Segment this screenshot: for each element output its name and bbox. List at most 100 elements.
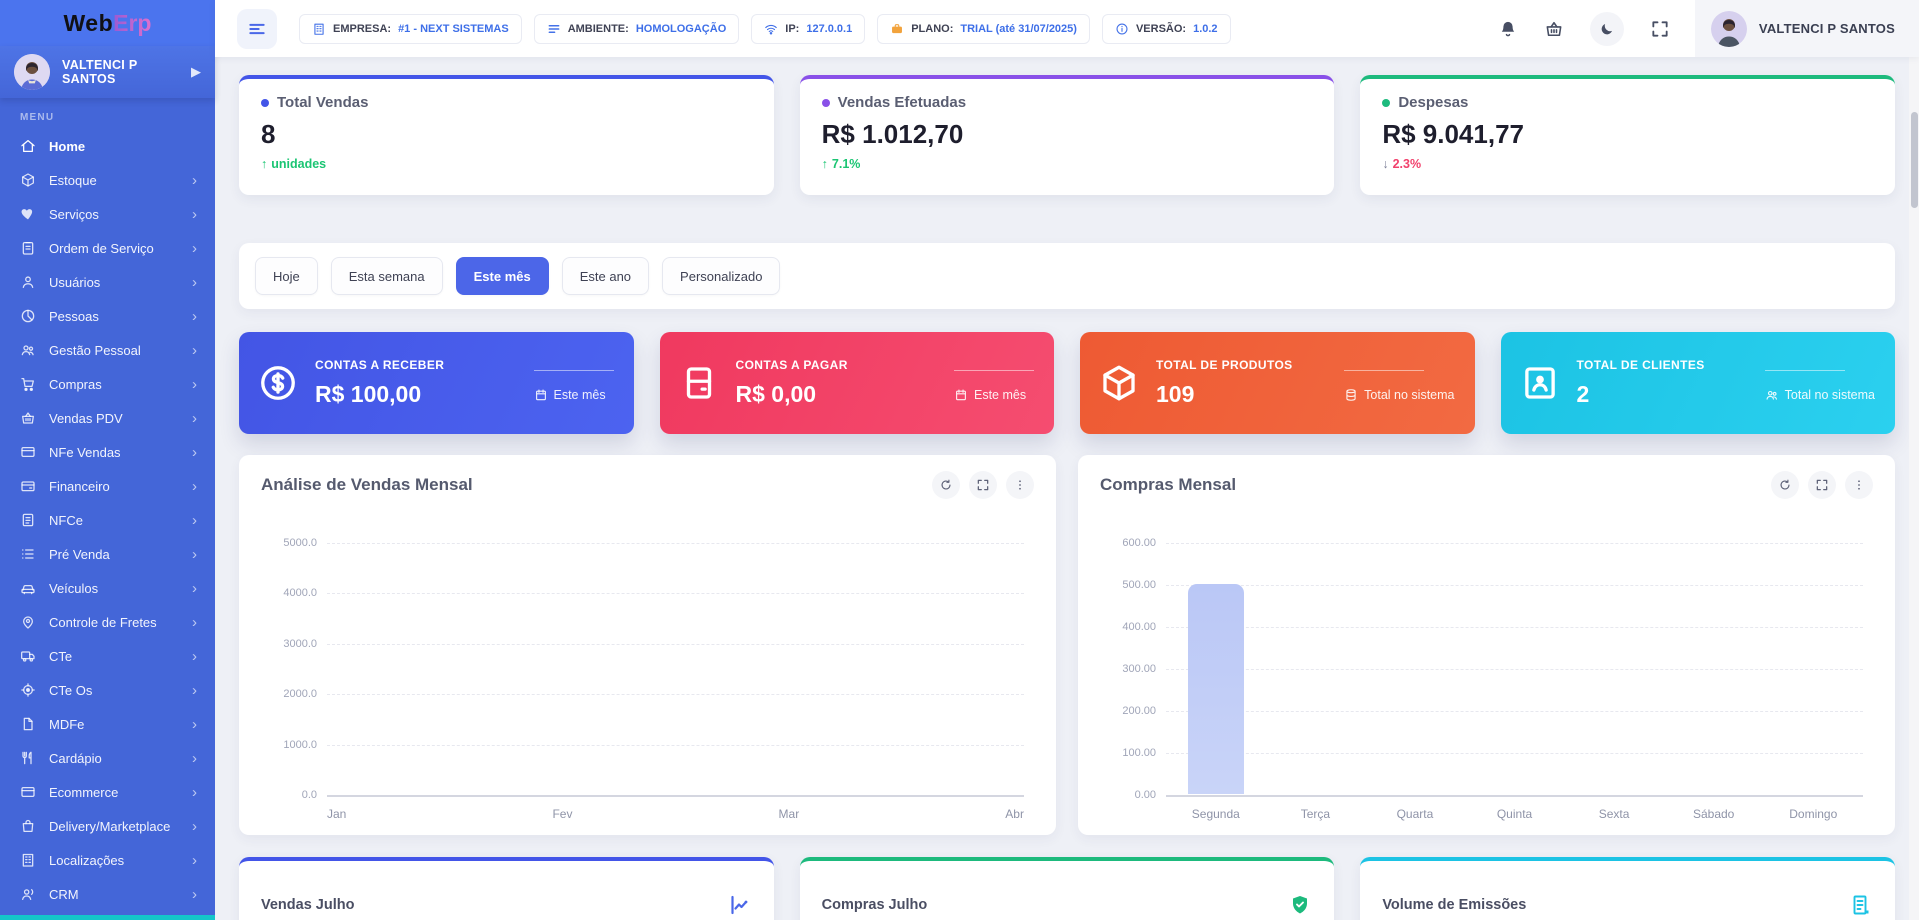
summary-card-volume-de-emiss-es: Volume de Emissões: [1360, 857, 1895, 920]
kpi-title: TOTAL DE PRODUTOS: [1156, 358, 1293, 372]
page-scrollbar[interactable]: [1909, 0, 1919, 920]
chart-title: Compras Mensal: [1100, 475, 1236, 495]
chart-refresh-button[interactable]: [932, 471, 960, 499]
chart-expand-button[interactable]: [969, 471, 997, 499]
kpi-value: 109: [1156, 381, 1293, 408]
sidebar-item-nfe-vendas[interactable]: NFe Vendas›: [0, 435, 215, 469]
refresh-icon: [1778, 478, 1792, 492]
dark-mode-button[interactable]: [1590, 12, 1624, 46]
stat-trend-text: unidades: [271, 157, 326, 171]
sidebar-item-card-pio[interactable]: Cardápio ›: [0, 741, 215, 775]
y-axis-tick-label: 200.00: [1100, 705, 1156, 717]
sidebar-user[interactable]: VALTENCI P SANTOS ▶: [0, 46, 215, 98]
brand-logo[interactable]: WebErp: [0, 0, 215, 46]
refresh-icon: [939, 478, 953, 492]
header-badge-empresa: EMPRESA:#1 - NEXT SISTEMAS: [299, 14, 522, 44]
hamburger-menu-button[interactable]: [237, 9, 277, 49]
invoice-icon[interactable]: [1849, 893, 1873, 917]
bar-column-sexta: [1564, 543, 1664, 795]
sidebar-item-label: Controle de Fretes: [49, 615, 179, 630]
menu-section-label: MENU: [20, 112, 195, 123]
kpi-card-total-de-produtos: TOTAL DE PRODUTOS109Total no sistema: [1080, 332, 1475, 434]
trend-up-arrow-icon: ↑: [261, 157, 267, 171]
chart-plot: 5000.04000.03000.02000.01000.00.0: [261, 543, 1034, 795]
sidebar-item-cte[interactable]: CTe›: [0, 639, 215, 673]
stat-title: Total Vendas: [277, 94, 368, 111]
sidebar-item-ecommerce[interactable]: Ecommerce›: [0, 775, 215, 809]
chevron-right-icon: ›: [192, 207, 197, 222]
kebab-icon: [1013, 478, 1027, 492]
sidebar-item-pr-venda[interactable]: Pré Venda›: [0, 537, 215, 571]
sidebar-item-crm[interactable]: CRM›: [0, 877, 215, 911]
sidebar-item-compras[interactable]: Compras›: [0, 367, 215, 401]
notifications-button[interactable]: [1498, 19, 1518, 39]
sidebar-item-estoque[interactable]: Estoque ›: [0, 163, 215, 197]
kpi-caption: Total no sistema: [1785, 388, 1875, 402]
badge-value: TRIAL (até 31/07/2025): [960, 23, 1077, 35]
sidebar-item-servi-os[interactable]: Serviços›: [0, 197, 215, 231]
sidebar-item-pessoas[interactable]: Pessoas›: [0, 299, 215, 333]
gridline: [327, 694, 1024, 695]
x-axis-tick-label: Sexta: [1564, 807, 1664, 821]
y-axis-tick-label: 600.00: [1100, 537, 1156, 549]
kebab-icon: [1852, 478, 1866, 492]
sidebar-item-label: Estoque: [49, 173, 179, 188]
chart-menu-button[interactable]: [1006, 471, 1034, 499]
sidebar-item-localiza-es[interactable]: Localizações›: [0, 843, 215, 877]
sidebar-item-cte-os[interactable]: CTe Os›: [0, 673, 215, 707]
chart-expand-button[interactable]: [1808, 471, 1836, 499]
sidebar-item-home[interactable]: Home: [0, 129, 215, 163]
sidebar-item-label: Ecommerce: [49, 785, 179, 800]
stat-card-total-vendas: Total Vendas8↑unidades: [239, 75, 774, 195]
summary-card-title: Compras Julho: [822, 897, 928, 913]
sidebar-item-label: Cardápio: [49, 751, 179, 766]
sidebar-item-mdfe[interactable]: MDFe›: [0, 707, 215, 741]
sidebar-item-gest-o-pessoal[interactable]: Gestão Pessoal›: [0, 333, 215, 367]
info-icon: [1115, 22, 1129, 36]
chevron-right-icon: ›: [192, 581, 197, 596]
sidebar-item-vendas-pdv[interactable]: Vendas PDV›: [0, 401, 215, 435]
fullscreen-icon: [1815, 478, 1829, 492]
pin-icon: [20, 614, 36, 630]
bell-icon: [1498, 19, 1518, 39]
list-icon: [20, 546, 36, 562]
y-axis-tick-label: 4000.0: [261, 587, 317, 599]
sidebar-item-label: Delivery/Marketplace: [49, 819, 179, 834]
cash-register-icon: [678, 362, 720, 404]
sidebar-item-ve-culos[interactable]: Veículos›: [0, 571, 215, 605]
filter-button-este-m-s[interactable]: Este mês: [456, 257, 549, 295]
sidebar-item-delivery-marketplace[interactable]: Delivery/Marketplace›: [0, 809, 215, 843]
fullscreen-button[interactable]: [1650, 19, 1670, 39]
shield-check-icon[interactable]: [1288, 893, 1312, 917]
sidebar-item-financeiro[interactable]: Financeiro›: [0, 469, 215, 503]
building-icon: [312, 22, 326, 36]
filter-button-este-ano[interactable]: Este ano: [562, 257, 649, 295]
header: EMPRESA:#1 - NEXT SISTEMASAMBIENTE:HOMOL…: [215, 0, 1919, 57]
filter-button-personalizado[interactable]: Personalizado: [662, 257, 780, 295]
scrollbar-thumb[interactable]: [1911, 112, 1918, 208]
heart-icon: [20, 206, 36, 222]
bottom-cards-row: Vendas JulhoCompras JulhoVolume de Emiss…: [239, 857, 1895, 920]
chevron-right-icon: ›: [192, 751, 197, 766]
sidebar-item-label: Financeiro: [49, 479, 179, 494]
badge-label: EMPRESA:: [333, 23, 391, 35]
chart-menu-button[interactable]: [1845, 471, 1873, 499]
sidebar-item-ordem-de-servi-o[interactable]: Ordem de Serviço›: [0, 231, 215, 265]
bar-segunda[interactable]: [1188, 584, 1244, 794]
date-filter-card: Hoje Esta semana Este mês Este ano Personali…: [239, 243, 1895, 309]
sidebar-item-usu-rios[interactable]: Usuários›: [0, 265, 215, 299]
filter-button-esta-semana[interactable]: Esta semana: [331, 257, 443, 295]
bar-column-sábado: [1664, 543, 1764, 795]
chart-refresh-button[interactable]: [1771, 471, 1799, 499]
truck-icon: [20, 648, 36, 664]
shop-button[interactable]: [1544, 19, 1564, 39]
sidebar-item-controle-de-fretes[interactable]: Controle de Fretes ›: [0, 605, 215, 639]
chevron-right-icon: ›: [192, 547, 197, 562]
divider: [1765, 370, 1845, 371]
chevron-right-icon: ›: [192, 173, 197, 188]
filter-button-hoje[interactable]: Hoje: [255, 257, 318, 295]
chart-line-icon[interactable]: [728, 893, 752, 917]
sidebar-item-nfce[interactable]: NFCe›: [0, 503, 215, 537]
chevron-right-icon: ›: [192, 615, 197, 630]
user-menu[interactable]: VALTENCI P SANTOS: [1695, 0, 1919, 57]
